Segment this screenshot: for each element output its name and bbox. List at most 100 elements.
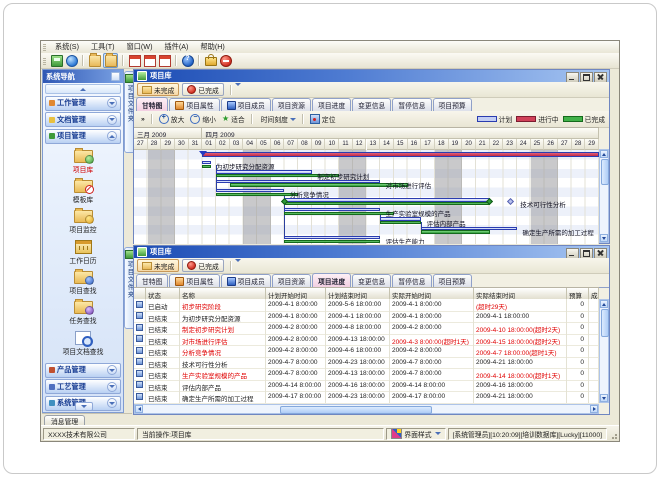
gantt-day-header[interactable]: 01	[202, 139, 216, 150]
gantt-day-header[interactable]: 27	[134, 139, 148, 150]
tab-项目属性[interactable]: 项目属性	[169, 98, 219, 111]
gantt-done-bar[interactable]	[380, 221, 421, 224]
gantt-day-header[interactable]: 24	[517, 139, 531, 150]
tab-项目进度[interactable]: 项目进度	[312, 98, 351, 111]
group-toggle-button[interactable]	[107, 398, 117, 408]
gantt-done-bar[interactable]	[202, 165, 210, 168]
locate-button[interactable]: 定位	[307, 114, 339, 125]
sidebar-group-工艺管理[interactable]: 工艺管理	[45, 379, 121, 394]
gantt-done-bar[interactable]	[216, 193, 298, 196]
gantt-day-header[interactable]: 22	[490, 139, 504, 150]
gantt-day-header[interactable]: 09	[312, 139, 326, 150]
tab-甘特图[interactable]: 甘特图	[136, 97, 168, 111]
gantt-done-bar[interactable]	[421, 230, 489, 233]
tab-项目进度[interactable]: 项目进度	[312, 273, 351, 287]
sidebar-item-项目查找[interactable]: 项目查找	[43, 268, 123, 295]
gantt-done-bar[interactable]	[284, 202, 489, 205]
minimize-button[interactable]	[566, 72, 579, 83]
tab-甘特图[interactable]: 甘特图	[136, 274, 168, 287]
sidebar-item-项目文档查找[interactable]: 项目文档查找	[43, 328, 123, 356]
gantt-day-header[interactable]: 15	[394, 139, 408, 150]
gantt-day-header[interactable]: 28	[148, 139, 162, 150]
mail-send-button[interactable]	[158, 54, 171, 67]
gantt-day-header[interactable]: 16	[408, 139, 422, 150]
tab-项目资源[interactable]: 项目资源	[272, 98, 311, 111]
group-toggle-button[interactable]	[107, 382, 117, 392]
filter-unfinished-button[interactable]: 未完成	[137, 259, 179, 272]
sidebar-collapse-button[interactable]	[45, 84, 121, 94]
sidebar-item-项目库[interactable]: 项目库	[43, 147, 123, 174]
table-horizontal-scrollbar[interactable]	[134, 404, 599, 414]
gantt-day-header[interactable]: 25	[531, 139, 545, 150]
stop-button[interactable]	[219, 54, 232, 67]
gantt-vertical-scrollbar[interactable]	[599, 149, 609, 243]
sidebar-group-项目管理[interactable]: 项目管理	[45, 129, 121, 144]
gantt-done-bar[interactable]	[284, 212, 393, 215]
sidebar-group-文档管理[interactable]: 文档管理	[45, 112, 121, 127]
tab-项目成员[interactable]: 项目成员	[221, 98, 271, 111]
gantt-done-bar[interactable]	[230, 183, 408, 186]
gantt-day-header[interactable]: 10	[325, 139, 339, 150]
gantt-day-header[interactable]: 05	[257, 139, 271, 150]
gantt-summary-bar[interactable]	[202, 152, 599, 157]
gantt-day-header[interactable]: 20	[462, 139, 476, 150]
tab-项目属性[interactable]: 项目属性	[169, 274, 219, 287]
group-toggle-button[interactable]	[107, 115, 117, 125]
resize-grip[interactable]	[609, 429, 617, 439]
table-row[interactable]: 已结束确定生产所需的加工过程2009-4-17 8:00:002009-4-23…	[134, 391, 599, 404]
gantt-day-header[interactable]: 08	[298, 139, 312, 150]
group-toggle-button[interactable]	[107, 98, 117, 108]
scroll-up-button[interactable]	[600, 150, 608, 158]
sidebar-item-项目监控[interactable]: 项目监控	[43, 207, 123, 234]
folder-open-button[interactable]	[103, 53, 118, 68]
tab-项目资源[interactable]: 项目资源	[272, 274, 311, 287]
gantt-day-header[interactable]: 19	[449, 139, 463, 150]
zoom-out-button[interactable]: −缩小	[187, 114, 219, 125]
tab-项目预算[interactable]: 项目预算	[433, 274, 472, 287]
filter-finished-button[interactable]: 已完成	[182, 259, 223, 272]
gantt-day-header[interactable]: 30	[175, 139, 189, 150]
sidebar-group-产品管理[interactable]: 产品管理	[45, 363, 121, 378]
gantt-day-header[interactable]: 29	[585, 139, 599, 150]
group-toggle-button[interactable]	[107, 365, 117, 375]
tab-项目成员[interactable]: 项目成员	[221, 274, 271, 287]
tab-暂停信息[interactable]: 暂停信息	[392, 98, 431, 111]
menu-item[interactable]: 帮助(H)	[194, 41, 230, 53]
lock-button[interactable]	[204, 54, 217, 67]
gantt-day-header[interactable]: 06	[271, 139, 285, 150]
filter-finished-button[interactable]: 已完成	[182, 83, 223, 96]
maximize-button[interactable]	[580, 72, 593, 83]
gantt-day-header[interactable]: 27	[558, 139, 572, 150]
tab-变更信息[interactable]: 变更信息	[352, 274, 391, 287]
gantt-day-header[interactable]: 28	[572, 139, 586, 150]
minimize-button[interactable]	[566, 248, 579, 259]
sidebar-overflow-button[interactable]	[75, 402, 93, 411]
folder-button[interactable]	[88, 54, 101, 67]
gantt-day-header[interactable]: 26	[544, 139, 558, 150]
gantt-day-header[interactable]: 31	[189, 139, 203, 150]
timescale-button[interactable]: 时间刻度	[256, 114, 299, 125]
filter-overflow-button[interactable]	[235, 86, 241, 93]
fit-button[interactable]: ★适合	[219, 114, 248, 125]
help-button[interactable]	[181, 54, 194, 67]
scroll-down-button[interactable]	[600, 394, 608, 402]
gantt-done-bar[interactable]	[284, 240, 380, 243]
close-button[interactable]	[594, 248, 607, 259]
menu-item[interactable]: 插件(A)	[158, 41, 194, 53]
gantt-day-header[interactable]: 17	[421, 139, 435, 150]
ui-style-selector[interactable]: 界面样式	[386, 428, 445, 440]
close-button[interactable]	[594, 72, 607, 83]
gantt-day-header[interactable]: 04	[243, 139, 257, 150]
gantt-day-header[interactable]: 11	[339, 139, 353, 150]
sidebar-item-模板库[interactable]: 模板库	[43, 177, 123, 204]
gantt-day-header[interactable]: 18	[435, 139, 449, 150]
sidebar-group-工作管理[interactable]: 工作管理	[45, 96, 121, 111]
gantt-day-header[interactable]: 13	[367, 139, 381, 150]
gantt-day-header[interactable]: 23	[503, 139, 517, 150]
filter-overflow-button[interactable]	[235, 262, 241, 269]
sidebar-item-工作日历[interactable]: 工作日历	[43, 237, 123, 265]
menu-item[interactable]: 工具(T)	[85, 41, 121, 53]
mail-report-button[interactable]	[143, 54, 156, 67]
gantt-day-header[interactable]: 02	[216, 139, 230, 150]
pin-icon[interactable]	[111, 72, 120, 81]
